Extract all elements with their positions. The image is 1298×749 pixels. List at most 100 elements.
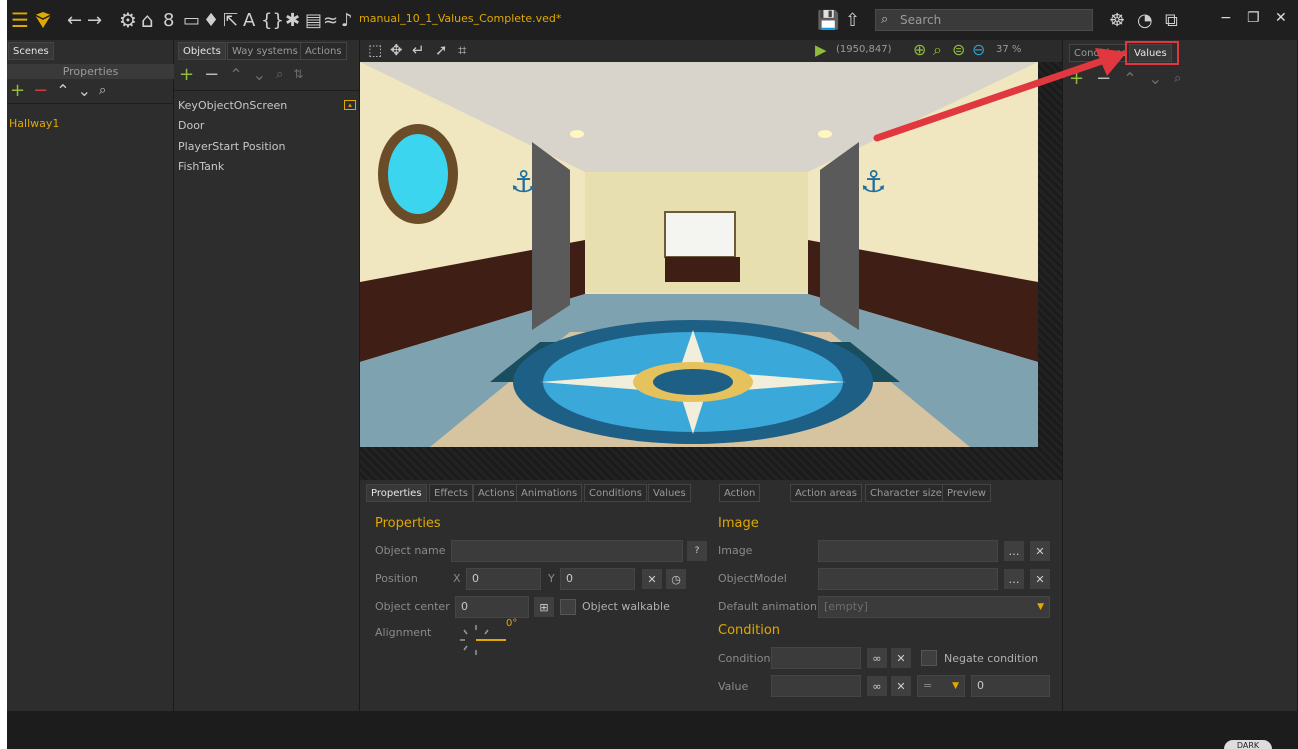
dark-mode-toggle[interactable]: DARK <box>1224 740 1272 749</box>
characters-icon[interactable]: 8 <box>163 8 174 32</box>
shaders-icon[interactable]: ≈ <box>323 8 338 32</box>
objects-toolbar: + − ⌃ ⌄ ⌕ ⇅ <box>179 64 303 85</box>
menu-icon[interactable]: ☰ <box>11 8 29 32</box>
tab-action-areas[interactable]: Action areas <box>790 484 863 502</box>
move-icon[interactable]: ✥ <box>390 41 403 59</box>
search-icon[interactable]: ⌕ <box>276 67 283 82</box>
tab-actions[interactable]: Actions <box>300 42 347 60</box>
timer-icon[interactable]: ◔ <box>1137 8 1153 32</box>
upload-icon[interactable]: ⇧ <box>845 8 860 32</box>
remove-icon[interactable]: − <box>33 80 48 101</box>
move-up-icon[interactable]: ⌃ <box>56 81 69 100</box>
tab-scenes[interactable]: Scenes <box>8 42 54 60</box>
crop-icon[interactable]: ⌗ <box>458 41 466 59</box>
position-x-label: X <box>453 572 461 585</box>
dialogs-icon[interactable]: ▤ <box>305 8 322 32</box>
link-icon[interactable]: ∞ <box>867 648 887 668</box>
object-item[interactable]: KeyObjectOnScreen <box>178 99 287 112</box>
status-bar <box>7 711 1298 749</box>
tab-character-size[interactable]: Character size <box>865 484 947 502</box>
svg-text:⚓: ⚓ <box>860 165 887 200</box>
clear-icon[interactable]: ✕ <box>1030 569 1050 589</box>
object-item[interactable]: FishTank <box>178 160 224 173</box>
search-icon[interactable]: ⌕ <box>99 83 106 98</box>
object-item[interactable]: Door <box>178 119 204 132</box>
fonts-icon[interactable]: A <box>243 8 255 32</box>
object-name-field[interactable] <box>451 540 683 562</box>
restore-icon[interactable]: ❐ <box>1247 10 1260 26</box>
tab-preview[interactable]: Preview <box>942 484 991 502</box>
default-animation-label: Default animation <box>718 600 817 613</box>
search-icon: ⌕ <box>881 12 889 27</box>
tab-conditions[interactable]: Conditions <box>584 484 647 502</box>
condition-field[interactable] <box>771 647 861 669</box>
forward-arrow-icon[interactable]: → <box>87 8 102 32</box>
minimize-icon[interactable]: − <box>1220 10 1232 26</box>
tab-action[interactable]: Action <box>719 484 761 502</box>
object-item[interactable]: PlayerStart Position <box>178 140 285 153</box>
scene-item[interactable]: Hallway1 <box>9 117 59 130</box>
position-y-field[interactable]: 0 <box>560 568 635 590</box>
alignment-dial-icon[interactable] <box>458 620 508 660</box>
clear-icon[interactable]: ✕ <box>1030 541 1050 561</box>
clear-icon[interactable]: ✕ <box>891 676 911 696</box>
browse-icon[interactable]: … <box>1004 541 1024 561</box>
tab-values[interactable]: Values <box>648 484 691 502</box>
clear-icon[interactable]: ✕ <box>642 569 662 589</box>
search-input[interactable]: ⌕ Search <box>875 9 1093 31</box>
default-animation-select[interactable]: [empty] ▼ <box>818 596 1050 618</box>
scenes-panel: Scenes Properties + − ⌃ ⌄ ⌕ Hallway1 <box>7 40 174 711</box>
scene-toolbar: + − ⌃ ⌄ ⌕ <box>10 80 106 101</box>
interface-icon[interactable]: ▭ <box>183 8 200 32</box>
tab-animations[interactable]: Animations <box>516 484 583 502</box>
tab-properties[interactable]: Properties <box>366 484 427 502</box>
play-icon[interactable]: ▶ <box>815 41 827 59</box>
select-rect-icon[interactable]: ⬚ <box>368 41 382 59</box>
dropdown-arrow-icon: ▼ <box>1037 602 1044 612</box>
object-center-field[interactable]: 0 <box>455 596 529 618</box>
value-field[interactable] <box>771 675 861 697</box>
image-field[interactable] <box>818 540 998 562</box>
svg-text:⚓: ⚓ <box>510 165 537 200</box>
operator-select[interactable]: = ▼ <box>917 675 965 697</box>
move-down-icon[interactable]: ⌄ <box>253 65 266 84</box>
move-up-icon[interactable]: ⌃ <box>229 65 242 84</box>
move-down-icon[interactable]: ⌄ <box>78 81 91 100</box>
tab-effects[interactable]: Effects <box>429 484 473 502</box>
save-icon[interactable]: 💾 <box>817 8 839 32</box>
tab-objects[interactable]: Objects <box>178 42 226 60</box>
negate-condition-checkbox[interactable] <box>921 650 937 666</box>
position-x-field[interactable]: 0 <box>466 568 541 590</box>
items-icon[interactable]: ♦ <box>203 8 219 32</box>
sort-icon[interactable]: ⇅ <box>293 67 303 81</box>
scripts-icon[interactable]: {} <box>261 8 284 32</box>
mouse-cursor-icon[interactable]: ⇱ <box>223 8 238 32</box>
add-icon[interactable]: + <box>10 80 25 101</box>
objects-panel: Objects Way systems Actions + − ⌃ ⌄ ⌕ ⇅ … <box>174 40 360 711</box>
particles-icon[interactable]: ✱ <box>285 8 300 32</box>
clear-icon[interactable]: ✕ <box>891 648 911 668</box>
value-stepper[interactable]: 0 <box>971 675 1050 697</box>
debug-icon[interactable]: ☸ <box>1109 8 1125 32</box>
settings-icon[interactable]: ⚙ <box>119 8 137 32</box>
pick-position-icon[interactable]: ◷ <box>666 569 686 589</box>
tab-actions[interactable]: Actions <box>473 484 520 502</box>
back-arrow-icon[interactable]: ← <box>67 8 82 32</box>
home-icon[interactable]: ⌂ <box>141 8 154 32</box>
help-icon[interactable]: ? <box>687 541 707 561</box>
object-walkable-checkbox[interactable] <box>560 599 576 615</box>
close-icon[interactable]: ✕ <box>1275 10 1287 26</box>
objectmodel-field[interactable] <box>818 568 998 590</box>
negate-condition-label: Negate condition <box>944 652 1039 665</box>
browse-icon[interactable]: … <box>1004 569 1024 589</box>
tab-way-systems[interactable]: Way systems <box>227 42 303 60</box>
link-icon[interactable]: ∞ <box>867 676 887 696</box>
position-y-label: Y <box>548 572 555 585</box>
add-icon[interactable]: + <box>179 64 194 85</box>
remove-icon[interactable]: − <box>204 64 219 85</box>
pointer-icon[interactable]: ➚ <box>435 41 448 59</box>
audio-icon[interactable]: ♪ <box>341 8 353 32</box>
return-icon[interactable]: ↵ <box>412 41 425 59</box>
center-grid-icon[interactable]: ⊞ <box>534 597 554 617</box>
plugins-icon[interactable]: ⧉ <box>1165 8 1178 32</box>
